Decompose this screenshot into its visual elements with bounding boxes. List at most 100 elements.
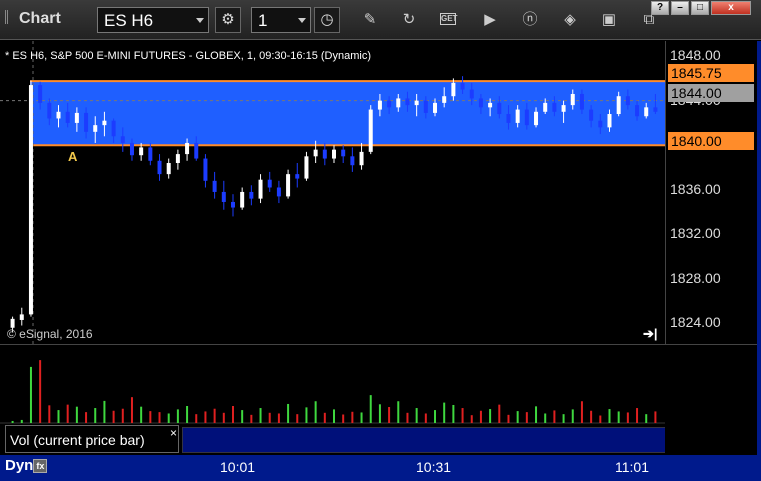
candle-body (212, 180, 217, 192)
candle-body (377, 100, 382, 110)
copyright-text: © eSignal, 2016 (7, 327, 93, 341)
close-study-icon[interactable]: × (170, 426, 177, 440)
candle-body (359, 151, 364, 166)
candle-body (56, 111, 61, 119)
candle-body (240, 191, 245, 208)
candle-body (267, 179, 272, 188)
candle-body (543, 102, 548, 112)
candle-body (194, 142, 199, 159)
chevron-down-icon[interactable] (196, 18, 204, 23)
candle-body (552, 102, 557, 112)
annotation-a: A (68, 149, 78, 164)
study-tab-bar (182, 427, 666, 453)
candle-body (19, 314, 24, 320)
clock-icon[interactable]: ◷ (314, 7, 340, 33)
price-chart-svg[interactable]: A (0, 41, 665, 344)
symbol-value: ES H6 (104, 11, 154, 30)
candle-body (616, 96, 621, 115)
candle-body (74, 112, 79, 123)
candle-body (38, 85, 43, 103)
price-band (30, 81, 665, 146)
time-label-3: 11:01 (615, 459, 649, 475)
candle-body (635, 105, 640, 117)
mode-label: Dyn (5, 457, 34, 474)
settings-icon[interactable]: ⚙ (215, 7, 241, 33)
candle-body (65, 111, 70, 123)
candle-body (488, 102, 493, 108)
candle-body (644, 107, 649, 117)
app-title[interactable]: Chart (5, 10, 61, 28)
volume-chart-svg[interactable] (0, 345, 665, 425)
candle-body (84, 112, 89, 132)
candle-body (304, 156, 309, 179)
volume-chart[interactable] (0, 345, 665, 425)
volume-study-tab[interactable]: Vol (current price bar) (5, 425, 179, 453)
candle-body (368, 109, 373, 152)
candle-body (185, 142, 190, 155)
candle-body (322, 149, 327, 159)
candle-body (561, 105, 566, 112)
candle-body (625, 96, 630, 106)
dynamic-mode[interactable]: Dyn fx (5, 457, 48, 474)
symbol-input[interactable]: ES H6 (97, 7, 209, 33)
candle-body (166, 163, 171, 175)
candle-body (332, 149, 336, 159)
price-tick-label: 1832.00 (670, 225, 721, 242)
window-title: Chart (19, 10, 61, 27)
pencil-icon[interactable]: ✎ (359, 9, 381, 31)
candle-body (433, 102, 438, 113)
jump-to-end-icon[interactable]: ➔| (643, 326, 658, 342)
chevron-down-icon[interactable] (298, 18, 306, 23)
alert-icon[interactable]: ⓝ (519, 9, 541, 31)
image-icon[interactable]: ▣ (598, 9, 620, 31)
candle-body (120, 136, 125, 143)
lock-icon[interactable]: fx (33, 459, 48, 473)
candle-body (653, 107, 658, 112)
diamond-icon[interactable]: ◈ (559, 9, 581, 31)
candle-body (148, 147, 153, 161)
help-button[interactable]: ? (651, 1, 669, 15)
candle-body (102, 120, 107, 126)
candle-body (341, 149, 346, 157)
price-chart[interactable]: A (0, 41, 665, 344)
price-tick-label: 1848.00 (670, 47, 721, 64)
close-button[interactable]: x (711, 1, 751, 15)
candle-body (286, 174, 291, 197)
candle-body (258, 179, 263, 199)
drag-handle-icon[interactable] (5, 10, 15, 24)
interval-value: 1 (258, 11, 268, 30)
candle-body (28, 85, 33, 315)
candle-body (111, 120, 116, 137)
candle-body (524, 109, 529, 126)
candle-body (515, 109, 520, 123)
candle-body (313, 149, 318, 157)
interval-input[interactable]: 1 (251, 7, 311, 33)
candle-body (451, 82, 456, 97)
candle-body (387, 100, 392, 108)
candle-body (570, 93, 575, 106)
candle-body (598, 120, 603, 128)
candle-body (350, 156, 355, 166)
candle-body (534, 111, 539, 126)
candle-body (93, 125, 98, 132)
candle-body (175, 154, 180, 163)
chart-header: * ES H6, S&P 500 E-MINI FUTURES - GLOBEX… (5, 50, 371, 62)
get-icon[interactable]: GET (440, 13, 457, 25)
candle-body (497, 102, 502, 115)
candle-body (423, 100, 428, 113)
maximize-button[interactable]: □ (691, 1, 709, 15)
title-bar: Chart ES H6 ⚙ 1 ◷ ✎ ↻ GET ▶ ⓝ ◈ ▣ ⧉ ? – … (0, 0, 761, 40)
candle-body (129, 142, 134, 156)
candle-body (139, 147, 144, 156)
candle-body (442, 96, 447, 103)
time-label-2: 10:31 (416, 459, 452, 475)
play-icon[interactable]: ▶ (479, 9, 501, 31)
volume-tab-label: Vol (current price bar) (10, 432, 145, 448)
lower-band-label: 1840.00 (668, 132, 754, 150)
minimize-button[interactable]: – (671, 1, 689, 15)
candle-body (579, 93, 584, 110)
refresh-icon[interactable]: ↻ (398, 9, 420, 31)
window-border (757, 41, 761, 481)
candle-body (589, 109, 594, 121)
candle-body (276, 187, 281, 197)
